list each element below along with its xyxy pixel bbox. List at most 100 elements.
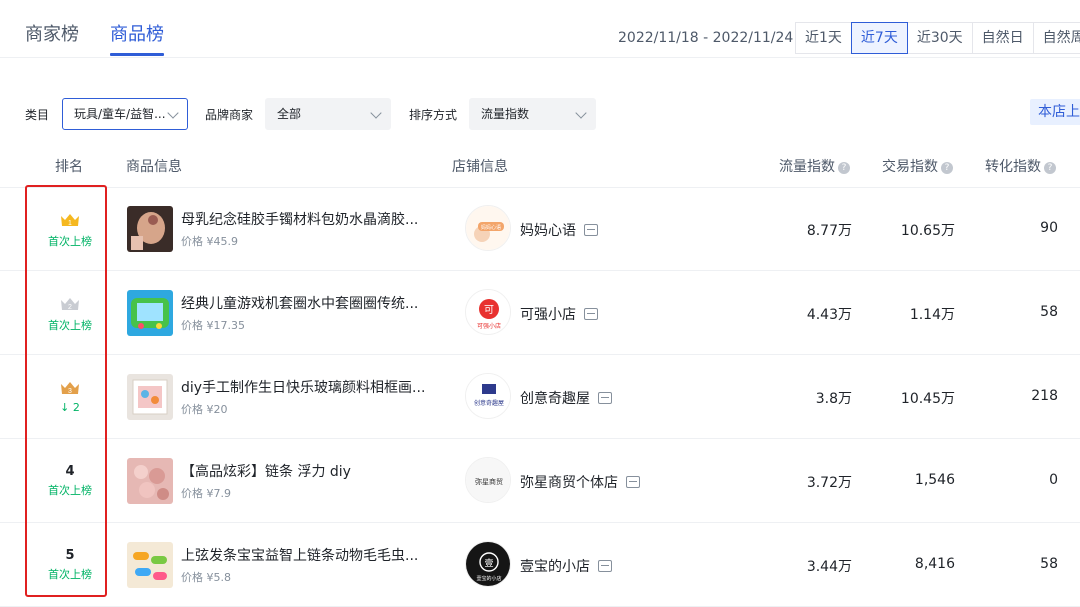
rank-change-tag: ↓ 2	[60, 401, 80, 414]
rank-cell: 1 首次上榜	[35, 213, 105, 249]
store-logo[interactable]: 可可强小店	[465, 289, 511, 335]
product-image[interactable]	[127, 290, 173, 336]
store-card-icon[interactable]	[626, 476, 640, 488]
store-name-link[interactable]: 弥星商贸个体店	[520, 472, 640, 492]
table-row[interactable]: 5 首次上榜 上弦发条宝宝益智上链条动物毛毛虫... 价格 ¥5.8 壹壹宝的小…	[0, 523, 1080, 607]
store-card-icon[interactable]	[584, 224, 598, 236]
store-logo-text: 壹宝的小店	[476, 575, 501, 582]
gold-crown-icon: 1	[59, 213, 81, 227]
sort-label: 排序方式	[409, 108, 458, 122]
range-30-days-button[interactable]: 近30天	[906, 22, 973, 54]
store-logo-text: 创意奇趣屋	[474, 399, 504, 407]
rank-change-tag: 首次上榜	[48, 235, 92, 248]
store-name-link[interactable]: 壹宝的小店	[520, 556, 612, 576]
traffic-index: 4.43万	[806, 307, 852, 323]
column-conversion[interactable]: 转化指数?	[985, 156, 1056, 176]
column-traffic[interactable]: 流量指数?	[779, 156, 850, 176]
active-tab-indicator	[110, 53, 164, 56]
store-logo-text: 妈妈心语	[481, 224, 501, 231]
svg-text:1: 1	[68, 220, 72, 227]
product-image[interactable]	[127, 374, 173, 420]
product-name-link[interactable]: 【高品炫彩】链条 浮力 diy	[181, 461, 431, 481]
table-row[interactable]: 3 ↓ 2 diy手工制作生日快乐玻璃颜料相框画... 价格 ¥20 创意奇趣屋…	[0, 355, 1080, 439]
trade-index: 8,416	[914, 556, 955, 572]
rank-number: 4	[65, 464, 75, 479]
table-row[interactable]: 2 首次上榜 经典儿童游戏机套圈水中套圈圈传统... 价格 ¥17.35 可可强…	[0, 271, 1080, 355]
product-image[interactable]	[127, 206, 173, 252]
column-rank: 排名	[55, 159, 83, 175]
range-1-day-button[interactable]: 近1天	[795, 22, 852, 54]
brand-label: 品牌商家	[205, 108, 254, 122]
store-logo[interactable]: 妈妈心语	[465, 205, 511, 251]
product-price: 价格 ¥5.8	[181, 571, 231, 584]
rank-change-tag: 首次上榜	[48, 319, 92, 332]
date-range-text: 2022/11/18 - 2022/11/24	[618, 30, 794, 46]
conversion-index: 218	[1031, 388, 1058, 404]
range-7-days-button[interactable]: 近7天	[850, 22, 908, 54]
product-name-link[interactable]: 母乳纪念硅胶手镯材料包奶水晶滴胶...	[181, 209, 431, 229]
product-name-link[interactable]: diy手工制作生日快乐玻璃颜料相框画...	[181, 377, 431, 397]
column-product: 商品信息	[126, 159, 182, 175]
store-name: 妈妈心语	[520, 223, 576, 239]
svg-text:3: 3	[68, 388, 72, 395]
product-price: 价格 ¥20	[181, 403, 228, 416]
product-image[interactable]	[127, 542, 173, 588]
store-name-link[interactable]: 可强小店	[520, 304, 598, 324]
category-select-value: 玩具/童车/益智...	[74, 107, 166, 121]
product-price: 价格 ¥17.35	[181, 319, 245, 332]
traffic-index: 3.44万	[806, 559, 852, 575]
rank-change-tag: 首次上榜	[48, 568, 92, 581]
store-card-icon[interactable]	[598, 560, 612, 572]
tab-product-ranking[interactable]: 商品榜	[110, 20, 164, 46]
table-row[interactable]: 1 首次上榜 母乳纪念硅胶手镯材料包奶水晶滴胶... 价格 ¥45.9 妈妈心语…	[0, 187, 1080, 271]
brand-select-value: 全部	[277, 107, 302, 121]
store-logo[interactable]: 弥星商贸	[465, 457, 511, 503]
traffic-index: 3.72万	[806, 475, 852, 491]
category-label: 类目	[25, 108, 50, 122]
help-icon[interactable]: ?	[838, 162, 850, 174]
product-image[interactable]	[127, 458, 173, 504]
store-logo[interactable]: 壹壹宝的小店	[465, 541, 511, 587]
rank-cell: 5 首次上榜	[35, 548, 105, 582]
conversion-index: 58	[1040, 556, 1058, 572]
category-select[interactable]: 玩具/童车/益智...	[62, 98, 188, 130]
column-trade-label: 交易指数	[882, 159, 938, 175]
product-price: 价格 ¥45.9	[181, 235, 238, 248]
svg-text:2: 2	[68, 304, 72, 311]
silver-crown-icon: 2	[59, 297, 81, 311]
store-name-link[interactable]: 妈妈心语	[520, 220, 598, 240]
ranking-tabs-bar: 商家榜 商品榜 2022/11/18 - 2022/11/24 近1天 近7天 …	[0, 0, 1080, 58]
column-trade[interactable]: 交易指数?	[882, 156, 953, 176]
help-icon[interactable]: ?	[941, 162, 953, 174]
store-name: 壹宝的小店	[520, 559, 590, 575]
table-header: 排名 商品信息 店铺信息 流量指数? 交易指数? 转化指数?	[0, 142, 1080, 188]
rank-change-tag: 首次上榜	[48, 484, 92, 497]
store-logo-text: 弥星商贸	[475, 477, 503, 486]
store-card-icon[interactable]	[584, 308, 598, 320]
conversion-index: 90	[1040, 220, 1058, 236]
product-price: 价格 ¥7.9	[181, 487, 231, 500]
trade-index: 10.65万	[900, 223, 955, 239]
column-store: 店铺信息	[452, 159, 508, 175]
filter-bar: 类目 玩具/童车/益智... 品牌商家 全部 排序方式 流量指数 本店上	[0, 96, 1080, 130]
store-card-icon[interactable]	[598, 392, 612, 404]
trade-index: 1,546	[914, 472, 955, 488]
chevron-down-icon	[370, 107, 382, 119]
tab-merchant-ranking[interactable]: 商家榜	[25, 20, 79, 46]
help-icon[interactable]: ?	[1044, 162, 1056, 174]
store-name-link[interactable]: 创意奇趣屋	[520, 388, 612, 408]
store-listing-button[interactable]: 本店上	[1030, 99, 1080, 125]
range-button-group: 近1天 近7天 近30天 自然日 自然周	[795, 22, 1080, 54]
svg-text:可: 可	[484, 305, 494, 316]
rank-cell: 4 首次上榜	[35, 464, 105, 498]
range-natural-day-button[interactable]: 自然日	[971, 22, 1034, 54]
product-name-link[interactable]: 经典儿童游戏机套圈水中套圈圈传统...	[181, 293, 431, 313]
brand-select[interactable]: 全部	[265, 98, 391, 130]
range-natural-week-button[interactable]: 自然周	[1032, 22, 1080, 54]
svg-text:壹: 壹	[484, 557, 493, 569]
traffic-index: 3.8万	[815, 391, 852, 407]
store-logo[interactable]: 创意奇趣屋	[465, 373, 511, 419]
product-name-link[interactable]: 上弦发条宝宝益智上链条动物毛毛虫...	[181, 545, 431, 565]
table-row[interactable]: 4 首次上榜 【高品炫彩】链条 浮力 diy 价格 ¥7.9 弥星商贸 弥星商贸…	[0, 439, 1080, 523]
sort-select[interactable]: 流量指数	[469, 98, 596, 130]
